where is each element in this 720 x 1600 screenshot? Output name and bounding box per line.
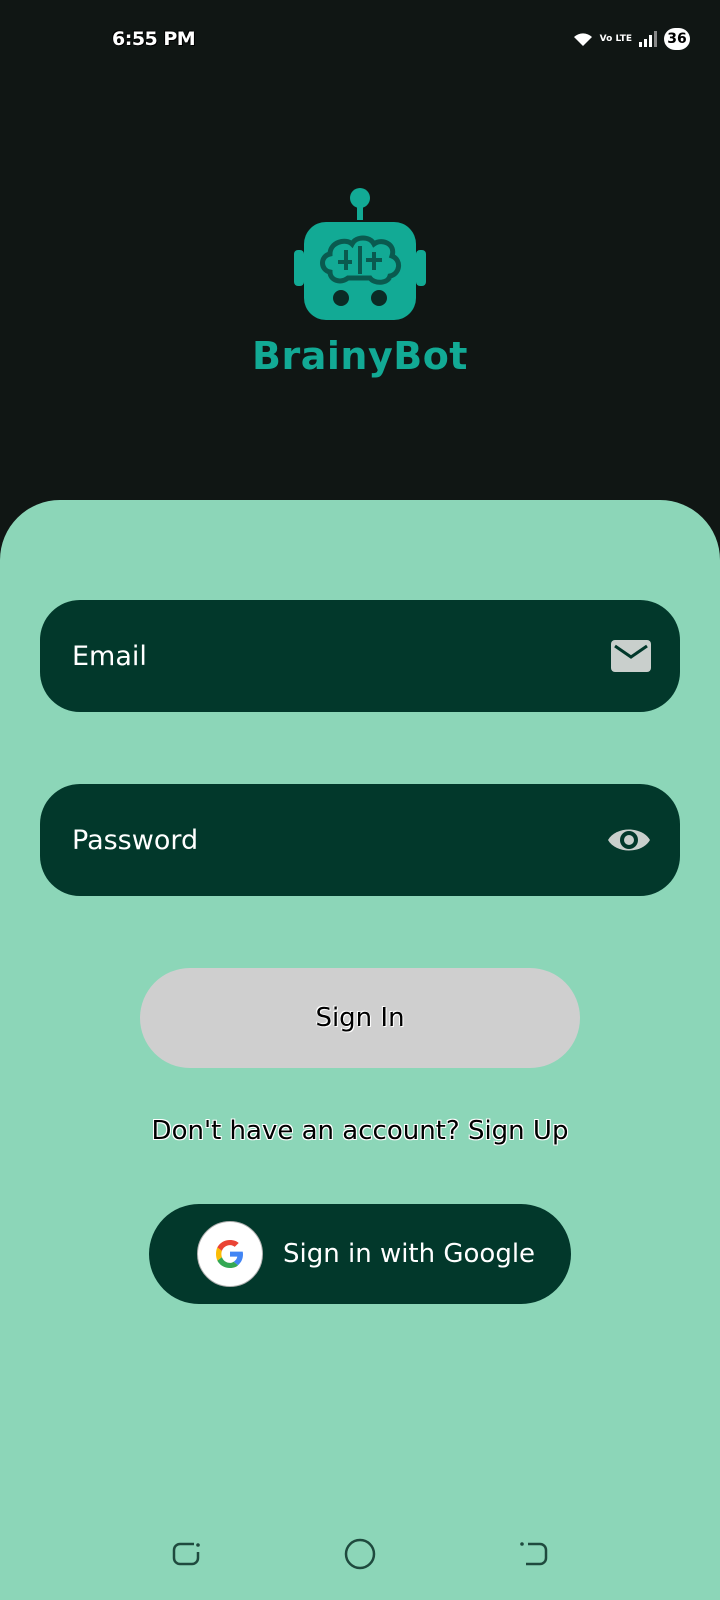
google-sign-in-button[interactable]: Sign in with Google: [149, 1204, 571, 1304]
sign-in-button[interactable]: Sign In: [140, 968, 580, 1068]
home-icon[interactable]: [340, 1534, 380, 1574]
app-logo-block: BrainyBot: [0, 180, 720, 378]
google-sign-in-label: Sign in with Google: [283, 1239, 536, 1269]
mail-icon: [610, 639, 652, 673]
status-bar: 6:55 PM Vo LTE 36: [0, 0, 720, 80]
app-name: BrainyBot: [252, 334, 468, 378]
google-icon: [197, 1221, 263, 1287]
back-icon[interactable]: [514, 1534, 554, 1574]
password-field[interactable]: Password: [40, 784, 680, 896]
robot-brain-icon: [294, 188, 426, 320]
status-time: 6:55 PM: [112, 28, 196, 50]
password-field-label: Password: [72, 824, 199, 856]
battery-indicator: 36: [664, 28, 690, 50]
email-field[interactable]: Email: [40, 600, 680, 712]
navigation-bar: [0, 1520, 720, 1600]
email-field-label: Email: [72, 640, 147, 672]
sign-up-link[interactable]: Don't have an account? Sign Up: [0, 1116, 720, 1146]
eye-icon[interactable]: [606, 824, 652, 856]
status-icons: Vo LTE 36: [572, 26, 690, 52]
wifi-icon: [573, 33, 592, 46]
recent-apps-icon[interactable]: [166, 1534, 206, 1574]
network-type: Vo LTE: [599, 33, 632, 44]
signal-icon: [639, 31, 657, 47]
